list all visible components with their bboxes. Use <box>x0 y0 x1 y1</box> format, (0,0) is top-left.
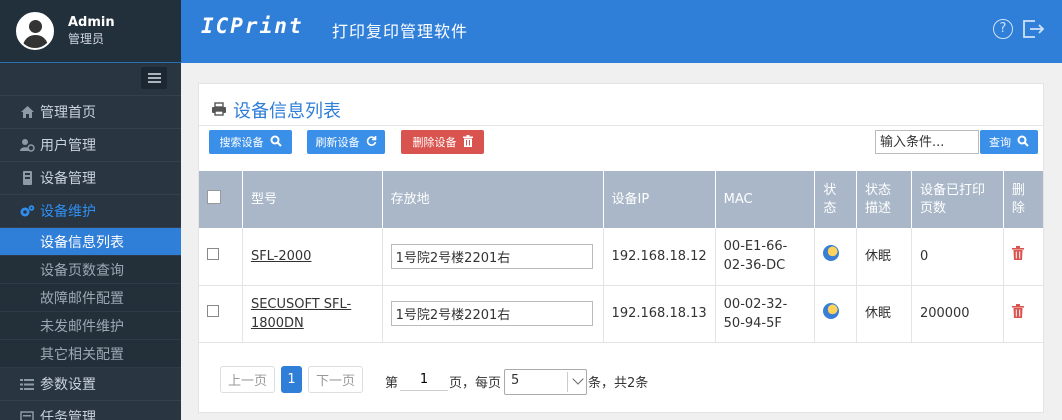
sleep-status-icon <box>823 302 840 319</box>
top-header: ICPrint 打印复印管理软件 ? <box>181 0 1062 63</box>
search-devices-label: 搜索设备 <box>219 136 264 149</box>
device-ip: 192.168.18.12 <box>603 228 716 286</box>
location-input[interactable] <box>390 301 593 326</box>
table-row: SFL-2000 192.168.18.12 00-E1-66-02-36-DC… <box>199 228 1043 286</box>
sidebar-subitem-fault-mail[interactable]: 故障邮件配置 <box>0 284 181 312</box>
table-header-row: 型号 存放地 设备IP MAC 状态 状态描述 设备已打印页数 删除 <box>199 171 1043 228</box>
sidebar-subitem-page-query[interactable]: 设备页数查询 <box>0 256 181 284</box>
sidebar-item-label: 管理首页 <box>40 105 96 121</box>
sidebar-item-label: 参数设置 <box>40 377 96 393</box>
sidebar: Admin 管理员 管理首页 用户管理 设备管理 设备维护 设备信息列表 设备页… <box>0 0 181 420</box>
page-number-input[interactable] <box>400 369 448 391</box>
user-role: 管理员 <box>68 32 105 46</box>
sidebar-item-maintenance[interactable]: 设备维护 <box>0 195 181 228</box>
help-icon[interactable]: ? <box>993 19 1013 39</box>
refresh-icon <box>366 135 377 149</box>
trash-icon <box>462 134 473 150</box>
col-location: 存放地 <box>382 171 604 228</box>
total-count-text: 条，共2条 <box>588 376 649 391</box>
device-model-link[interactable]: SECUSOFT SFL-1800DN <box>251 297 351 331</box>
app-title: 打印复印管理软件 <box>332 22 469 41</box>
logout-icon[interactable] <box>1021 18 1045 40</box>
col-delete: 删除 <box>1003 171 1043 228</box>
col-ip: 设备IP <box>603 171 716 228</box>
device-list-panel: 设备信息列表 搜索设备 刷新设备 删除设备 查询 型号 存放地 <box>198 83 1044 413</box>
device-icon <box>18 170 36 186</box>
search-devices-button[interactable]: 搜索设备 <box>209 130 292 154</box>
location-input[interactable] <box>390 243 593 269</box>
query-button[interactable]: 查询 <box>980 130 1038 154</box>
current-page-button[interactable]: 1 <box>281 366 302 393</box>
status-desc: 休眠 <box>856 228 912 286</box>
user-name: Admin <box>68 15 115 30</box>
delete-devices-button[interactable]: 删除设备 <box>401 130 484 154</box>
sidebar-subitem-device-list[interactable]: 设备信息列表 <box>0 228 181 256</box>
list-icon <box>18 376 36 392</box>
panel-title: 设备信息列表 <box>211 97 341 123</box>
sidebar-item-home[interactable]: 管理首页 <box>0 96 181 129</box>
task-icon <box>18 409 36 420</box>
panel-title-text: 设备信息列表 <box>233 101 341 122</box>
refresh-devices-label: 刷新设备 <box>315 136 360 149</box>
col-status: 状态 <box>814 171 857 228</box>
page-prefix-text: 第 <box>385 376 399 391</box>
col-model: 型号 <box>242 171 383 228</box>
status-desc: 休眠 <box>856 285 912 343</box>
sidebar-item-label: 设备管理 <box>40 171 96 187</box>
search-icon <box>1017 135 1029 150</box>
sidebar-subitem-other-config[interactable]: 其它相关配置 <box>0 340 181 368</box>
app-logo: ICPrint <box>201 14 304 38</box>
col-mac: MAC <box>715 171 816 228</box>
delete-devices-label: 删除设备 <box>412 136 457 149</box>
row-delete-icon[interactable] <box>1011 246 1024 261</box>
page-suffix-text: 页，每页 <box>449 376 502 391</box>
users-icon <box>18 137 36 153</box>
sidebar-item-label: 设备维护 <box>40 204 96 220</box>
sidebar-item-label: 用户管理 <box>40 138 96 154</box>
device-ip: 192.168.18.13 <box>603 285 716 343</box>
device-mac: 00-E1-66-02-36-DC <box>715 228 816 286</box>
col-status-desc: 状态描述 <box>856 171 912 228</box>
device-model-link[interactable]: SFL-2000 <box>251 249 312 264</box>
chevron-down-icon <box>572 373 584 385</box>
sleep-status-icon <box>823 245 840 262</box>
search-icon <box>270 135 282 150</box>
page-size-select[interactable]: 5 <box>504 369 587 395</box>
table-row: SECUSOFT SFL-1800DN 192.168.18.13 00-02-… <box>199 285 1043 343</box>
refresh-devices-button[interactable]: 刷新设备 <box>307 130 385 154</box>
print-pages: 0 <box>911 228 1004 286</box>
print-pages: 200000 <box>911 285 1004 343</box>
printer-icon <box>211 100 227 121</box>
sidebar-item-devices[interactable]: 设备管理 <box>0 162 181 195</box>
query-label: 查询 <box>989 136 1011 149</box>
select-all-checkbox[interactable] <box>207 189 221 204</box>
query-input[interactable] <box>875 130 979 154</box>
row-checkbox[interactable] <box>207 247 219 260</box>
device-mac: 00-02-32-50-94-5F <box>715 285 816 343</box>
row-checkbox[interactable] <box>207 305 219 317</box>
sidebar-subitem-unsent-mail[interactable]: 未发邮件维护 <box>0 312 181 340</box>
row-delete-icon[interactable] <box>1011 303 1024 318</box>
sidebar-item-label: 任务管理 <box>40 410 96 420</box>
col-print-pages: 设备已打印页数 <box>911 171 1004 228</box>
gears-icon <box>18 203 36 219</box>
sidebar-toggle-button[interactable] <box>141 67 167 89</box>
home-icon <box>18 104 36 120</box>
avatar <box>16 12 54 50</box>
device-table: 型号 存放地 设备IP MAC 状态 状态描述 设备已打印页数 删除 SFL-2… <box>199 171 1043 343</box>
sidebar-item-users[interactable]: 用户管理 <box>0 129 181 162</box>
page-size-value: 5 <box>511 373 520 388</box>
sidebar-item-tasks[interactable]: 任务管理 <box>0 401 181 420</box>
user-panel: Admin 管理员 <box>0 0 181 63</box>
next-page-button[interactable]: 下一页 <box>308 366 363 393</box>
prev-page-button[interactable]: 上一页 <box>220 366 275 393</box>
sidebar-item-settings[interactable]: 参数设置 <box>0 368 181 401</box>
